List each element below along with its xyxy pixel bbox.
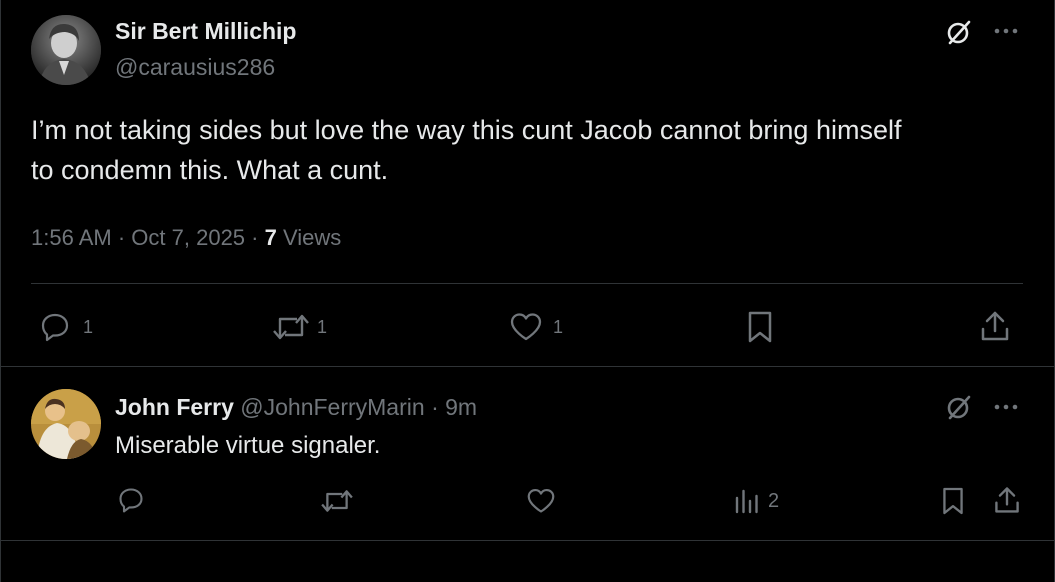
post-text-line-2: to condemn this. What a cunt.	[31, 155, 389, 185]
reply-header: John Ferry @JohnFerryMarin · 9m	[115, 394, 477, 421]
reply-text: Miserable virtue signaler.	[115, 432, 381, 459]
bookmark-icon[interactable]	[746, 310, 774, 344]
share-icon[interactable]	[978, 309, 1012, 343]
more-icon[interactable]	[993, 26, 1019, 36]
like-count: 1	[553, 317, 564, 337]
grok-icon[interactable]	[945, 393, 973, 421]
divider	[31, 283, 1023, 284]
like-icon[interactable]	[509, 311, 543, 343]
post-text-line-1: I’m not taking sides but love the way th…	[31, 115, 902, 145]
author-handle[interactable]: @carausius286	[115, 54, 275, 81]
more-icon[interactable]	[993, 402, 1019, 412]
views-count: 7	[264, 225, 277, 250]
reply-author-handle[interactable]: @JohnFerryMarin	[240, 394, 424, 420]
separator: ·	[251, 225, 259, 250]
grok-icon[interactable]	[945, 18, 973, 46]
views-count: 2	[768, 490, 780, 512]
reply-author-avatar[interactable]	[31, 389, 101, 459]
reply-icon[interactable]	[117, 486, 145, 514]
repost-icon[interactable]	[271, 311, 311, 343]
separator: ·	[117, 225, 126, 250]
separator: ·	[431, 394, 439, 420]
post-date[interactable]: Oct 7, 2025	[131, 225, 245, 250]
reply-icon[interactable]	[39, 311, 71, 343]
divider	[1, 366, 1055, 367]
reply-author-name[interactable]: John Ferry	[115, 394, 234, 420]
divider	[1, 540, 1055, 541]
bookmark-icon[interactable]	[941, 486, 965, 516]
like-icon[interactable]	[526, 487, 556, 515]
post-time[interactable]: 1:56 AM	[31, 225, 112, 250]
repost-count: 1	[317, 317, 328, 337]
author-avatar[interactable]	[31, 15, 101, 85]
repost-icon[interactable]	[319, 487, 355, 515]
tweet-thread: Sir Bert Millichip @carausius286 I’m not…	[0, 0, 1055, 582]
reply-count: 1	[83, 317, 94, 337]
views-label: Views	[283, 225, 342, 250]
analytics-icon[interactable]	[734, 488, 760, 514]
post-metadata: 1:56 AM · Oct 7, 2025 · 7 Views	[31, 225, 341, 251]
author-name[interactable]: Sir Bert Millichip	[115, 18, 296, 45]
reply-time[interactable]: 9m	[445, 394, 477, 420]
share-icon[interactable]	[992, 485, 1022, 515]
